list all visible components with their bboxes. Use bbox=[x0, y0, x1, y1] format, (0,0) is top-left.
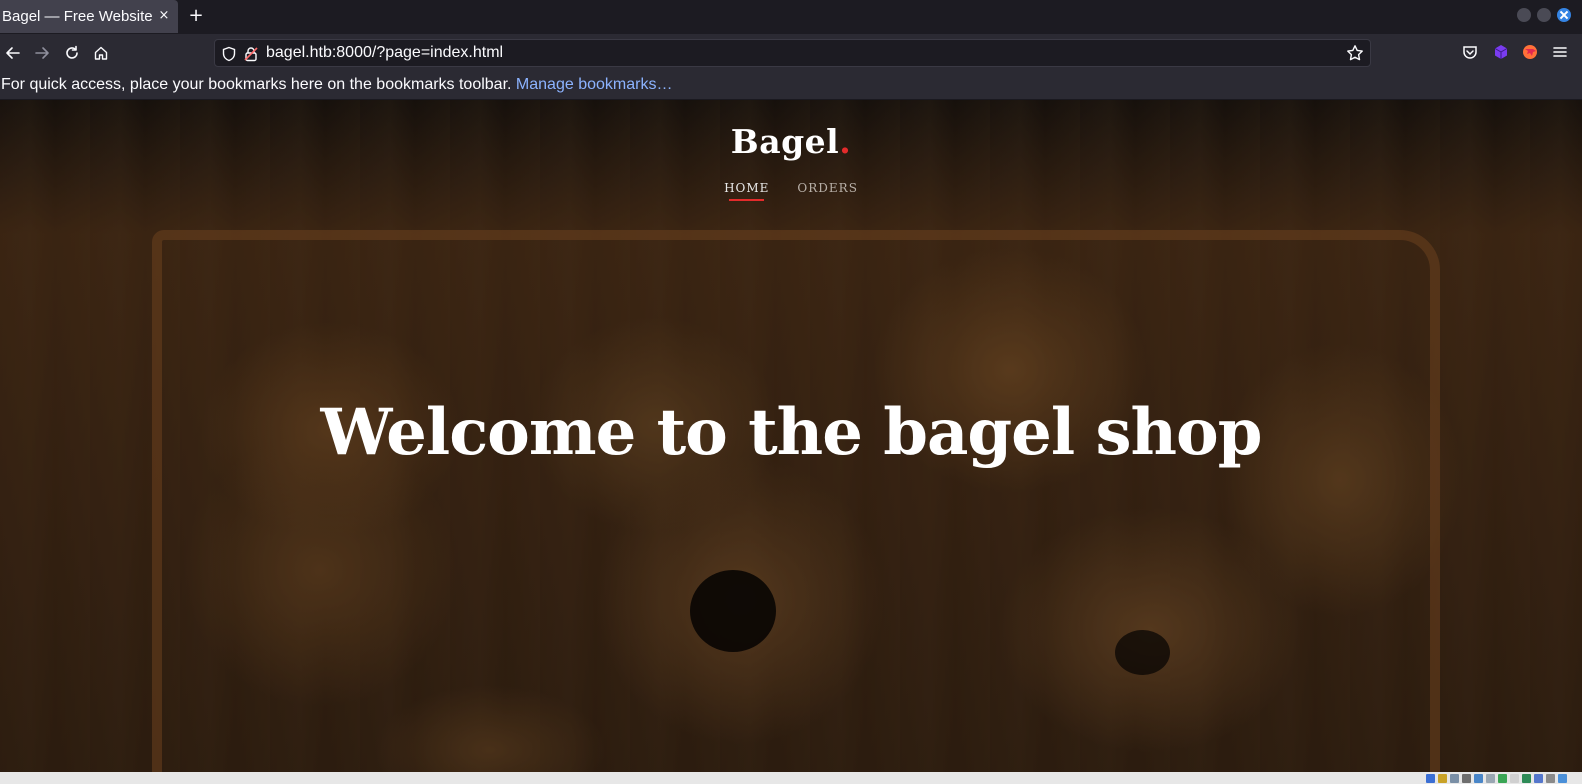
nav-home[interactable]: HOME bbox=[724, 181, 769, 201]
bookmark-star-icon[interactable] bbox=[1346, 44, 1364, 62]
reload-icon bbox=[66, 45, 78, 59]
manage-bookmarks-link[interactable]: Manage bookmarks… bbox=[516, 76, 673, 93]
hero-section: Bagel. HOME ORDERS Welcome to the bagel … bbox=[0, 100, 1582, 772]
hero-title: Welcome to the bagel shop bbox=[320, 395, 1263, 470]
tray-icon[interactable] bbox=[1438, 774, 1447, 783]
address-bar[interactable]: bagel.htb:8000/?page=index.html bbox=[214, 39, 1371, 67]
tab-title: Bagel — Free Website bbox=[2, 8, 153, 25]
firefox-extension-icon[interactable] bbox=[1521, 43, 1539, 61]
tracking-shield-icon[interactable] bbox=[221, 46, 237, 62]
maximize-button[interactable] bbox=[1537, 8, 1551, 22]
new-tab-button[interactable]: + bbox=[186, 5, 206, 27]
extension-cube-icon[interactable] bbox=[1492, 43, 1510, 61]
back-arrow-icon bbox=[6, 47, 20, 59]
tab-bagel[interactable]: Bagel — Free Website × bbox=[0, 0, 178, 33]
bookmarks-toolbar: For quick access, place your bookmarks h… bbox=[0, 72, 1582, 100]
pocket-icon[interactable] bbox=[1461, 43, 1479, 61]
tray-icon[interactable] bbox=[1450, 774, 1459, 783]
tab-strip: Bagel — Free Website × + bbox=[0, 0, 1582, 34]
brand-dot: . bbox=[839, 122, 852, 161]
site-logo[interactable]: Bagel. bbox=[0, 122, 1582, 161]
nav-orders[interactable]: ORDERS bbox=[797, 181, 858, 201]
home-button[interactable] bbox=[88, 40, 114, 66]
tray-icon[interactable] bbox=[1546, 774, 1555, 783]
site-nav: HOME ORDERS bbox=[0, 181, 1582, 201]
tray-icon[interactable] bbox=[1426, 774, 1435, 783]
menu-hamburger-icon[interactable] bbox=[1551, 43, 1569, 61]
brand-name: Bagel bbox=[730, 122, 840, 161]
forward-arrow-icon bbox=[35, 47, 49, 59]
tray-icon[interactable] bbox=[1498, 774, 1507, 783]
tray-icon[interactable] bbox=[1474, 774, 1483, 783]
insecure-lock-icon[interactable] bbox=[243, 46, 259, 62]
window-close-button[interactable] bbox=[1557, 8, 1571, 22]
tray-icon[interactable] bbox=[1534, 774, 1543, 783]
home-icon bbox=[94, 46, 108, 60]
back-button[interactable] bbox=[0, 40, 26, 66]
reload-button[interactable] bbox=[59, 40, 85, 66]
bookmarks-hint-text: For quick access, place your bookmarks h… bbox=[1, 76, 512, 93]
tab-close-icon[interactable]: × bbox=[157, 8, 171, 24]
forward-button[interactable] bbox=[29, 40, 55, 66]
taskbar bbox=[0, 772, 1582, 784]
navigation-toolbar: bagel.htb:8000/?page=index.html bbox=[0, 34, 1582, 72]
tray-icon[interactable] bbox=[1462, 774, 1471, 783]
tray-icon[interactable] bbox=[1558, 774, 1567, 783]
tray-icon[interactable] bbox=[1522, 774, 1531, 783]
bookmarks-hint: For quick access, place your bookmarks h… bbox=[1, 76, 672, 94]
minimize-button[interactable] bbox=[1517, 8, 1531, 22]
tray-icon[interactable] bbox=[1510, 774, 1519, 783]
tray-icon[interactable] bbox=[1486, 774, 1495, 783]
url-text[interactable]: bagel.htb:8000/?page=index.html bbox=[266, 44, 503, 62]
